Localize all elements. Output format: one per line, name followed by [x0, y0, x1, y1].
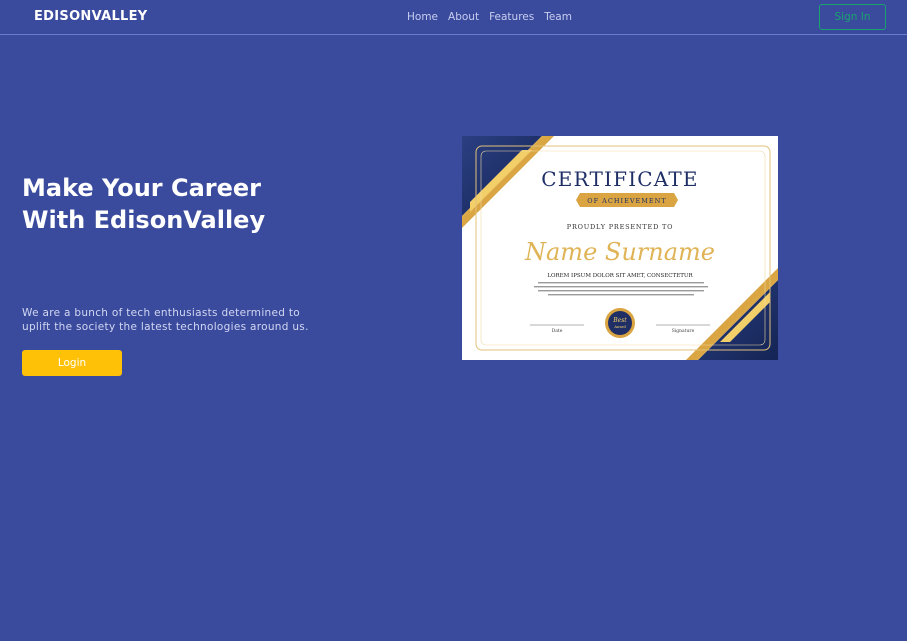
hero-title-line2: With EdisonValley [22, 206, 266, 234]
badge-line2: Award [613, 325, 626, 329]
hero-title-line1: Make Your Career [22, 174, 262, 202]
nav-link-features[interactable]: Features [489, 11, 534, 23]
certificate-signature-label: Signature [672, 328, 695, 334]
hero-title: Make Your Career With EdisonValley [22, 172, 322, 236]
nav-link-team[interactable]: Team [544, 11, 572, 23]
nav-link-about[interactable]: About [448, 11, 479, 23]
signin-button[interactable]: Sign In [819, 4, 886, 30]
brand-logo[interactable]: EDISONVALLEY [34, 9, 148, 24]
certificate-date-label: Date [552, 328, 563, 334]
hero-description: We are a bunch of tech enthusiasts deter… [22, 307, 309, 333]
certificate-graphic: CERTIFICATE OF ACHIEVEMENT PROUDLY PRESE… [462, 136, 778, 360]
badge-line1: Best [612, 317, 627, 324]
nav-links: Home About Features Team [407, 11, 572, 23]
navbar: EDISONVALLEY Home About Features Team Si… [0, 0, 907, 35]
certificate-ribbon-text: OF ACHIEVEMENT [587, 197, 666, 205]
certificate-name: Name Surname [524, 238, 715, 266]
login-button[interactable]: Login [22, 350, 122, 376]
certificate-heading: CERTIFICATE [541, 167, 698, 191]
certificate-subtitle: LOREM IPSUM DOLOR SIT AMET, CONSECTETUR [547, 273, 693, 279]
certificate-presented: PROUDLY PRESENTED TO [567, 223, 673, 231]
nav-link-home[interactable]: Home [407, 11, 438, 23]
certificate-image: CERTIFICATE OF ACHIEVEMENT PROUDLY PRESE… [462, 136, 778, 360]
